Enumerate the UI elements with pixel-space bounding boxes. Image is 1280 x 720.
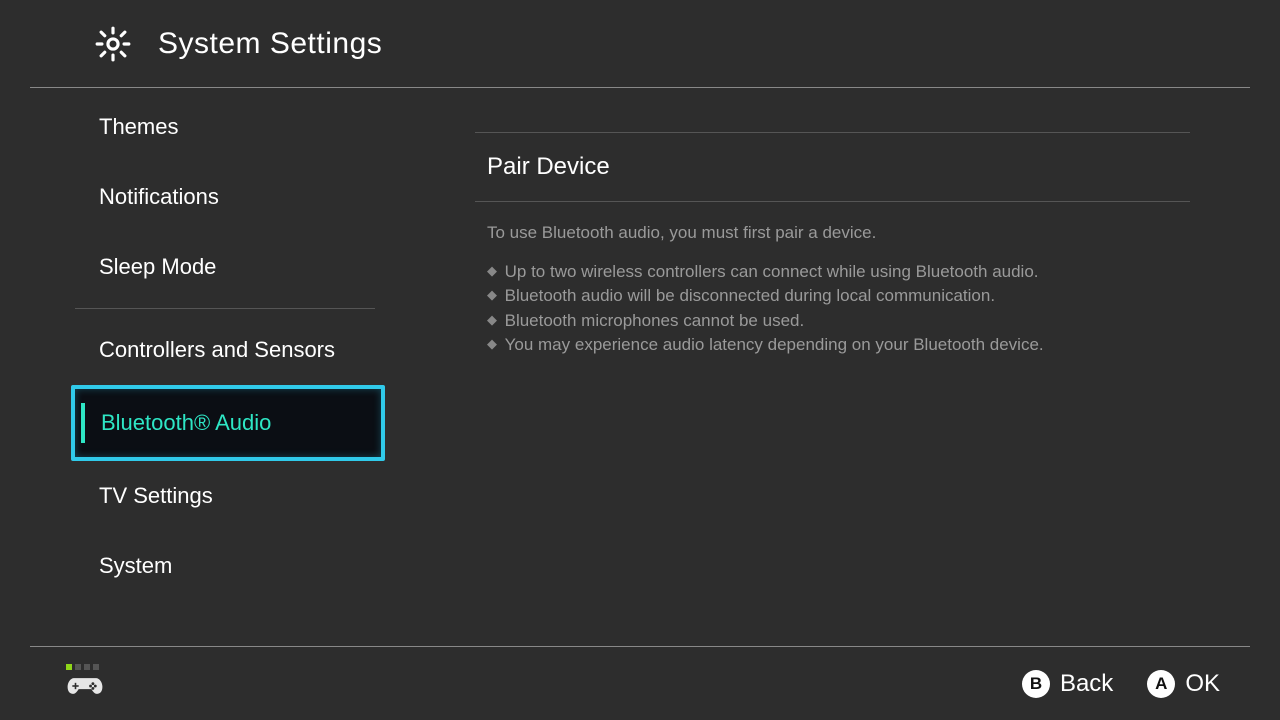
controller-icon <box>66 674 104 703</box>
sidebar-item-sleep-mode[interactable]: Sleep Mode <box>75 232 415 302</box>
back-label: Back <box>1060 670 1113 698</box>
sidebar-item-controllers-sensors[interactable]: Controllers and Sensors <box>75 315 415 385</box>
gear-icon <box>94 25 132 63</box>
sidebar-item-tv-settings[interactable]: TV Settings <box>75 461 415 531</box>
ok-button[interactable]: A OK <box>1147 670 1220 698</box>
description-text: To use Bluetooth audio, you must first p… <box>475 220 1190 246</box>
header: System Settings <box>30 0 1250 88</box>
info-bullet: You may experience audio latency dependi… <box>487 333 1190 358</box>
sidebar: Themes Notifications Sleep Mode Controll… <box>0 88 415 646</box>
sidebar-item-label: Bluetooth® Audio <box>101 410 271 436</box>
player-led-row <box>66 664 99 670</box>
player-led <box>93 664 99 670</box>
back-button[interactable]: B Back <box>1022 670 1113 698</box>
sidebar-item-themes[interactable]: Themes <box>75 92 415 162</box>
info-bullet: Bluetooth microphones cannot be used. <box>487 309 1190 334</box>
sidebar-item-label: Controllers and Sensors <box>99 337 335 363</box>
sidebar-item-label: System <box>99 553 172 579</box>
sidebar-item-bluetooth-audio[interactable]: Bluetooth® Audio <box>71 385 385 461</box>
sidebar-item-label: Notifications <box>99 184 219 210</box>
info-bullets: Up to two wireless controllers can conne… <box>475 260 1190 359</box>
sidebar-item-label: Themes <box>99 114 178 140</box>
a-button-icon: A <box>1147 670 1175 698</box>
page-title: System Settings <box>158 27 382 61</box>
sidebar-item-label: Sleep Mode <box>99 254 216 280</box>
pair-device-button[interactable]: Pair Device <box>475 132 1190 202</box>
sidebar-item-notifications[interactable]: Notifications <box>75 162 415 232</box>
pair-device-label: Pair Device <box>487 153 610 181</box>
info-bullet: Bluetooth audio will be disconnected dur… <box>487 284 1190 309</box>
player-led <box>84 664 90 670</box>
sidebar-item-label: TV Settings <box>99 483 213 509</box>
footer: B Back A OK <box>30 646 1250 720</box>
sidebar-item-system[interactable]: System <box>75 531 415 601</box>
info-bullet: Up to two wireless controllers can conne… <box>487 260 1190 285</box>
player-led <box>75 664 81 670</box>
player-led <box>66 664 72 670</box>
ok-label: OK <box>1185 670 1220 698</box>
player-indicator <box>66 664 104 703</box>
sidebar-divider <box>75 308 375 309</box>
b-button-icon: B <box>1022 670 1050 698</box>
content-pane: Pair Device To use Bluetooth audio, you … <box>415 88 1280 646</box>
